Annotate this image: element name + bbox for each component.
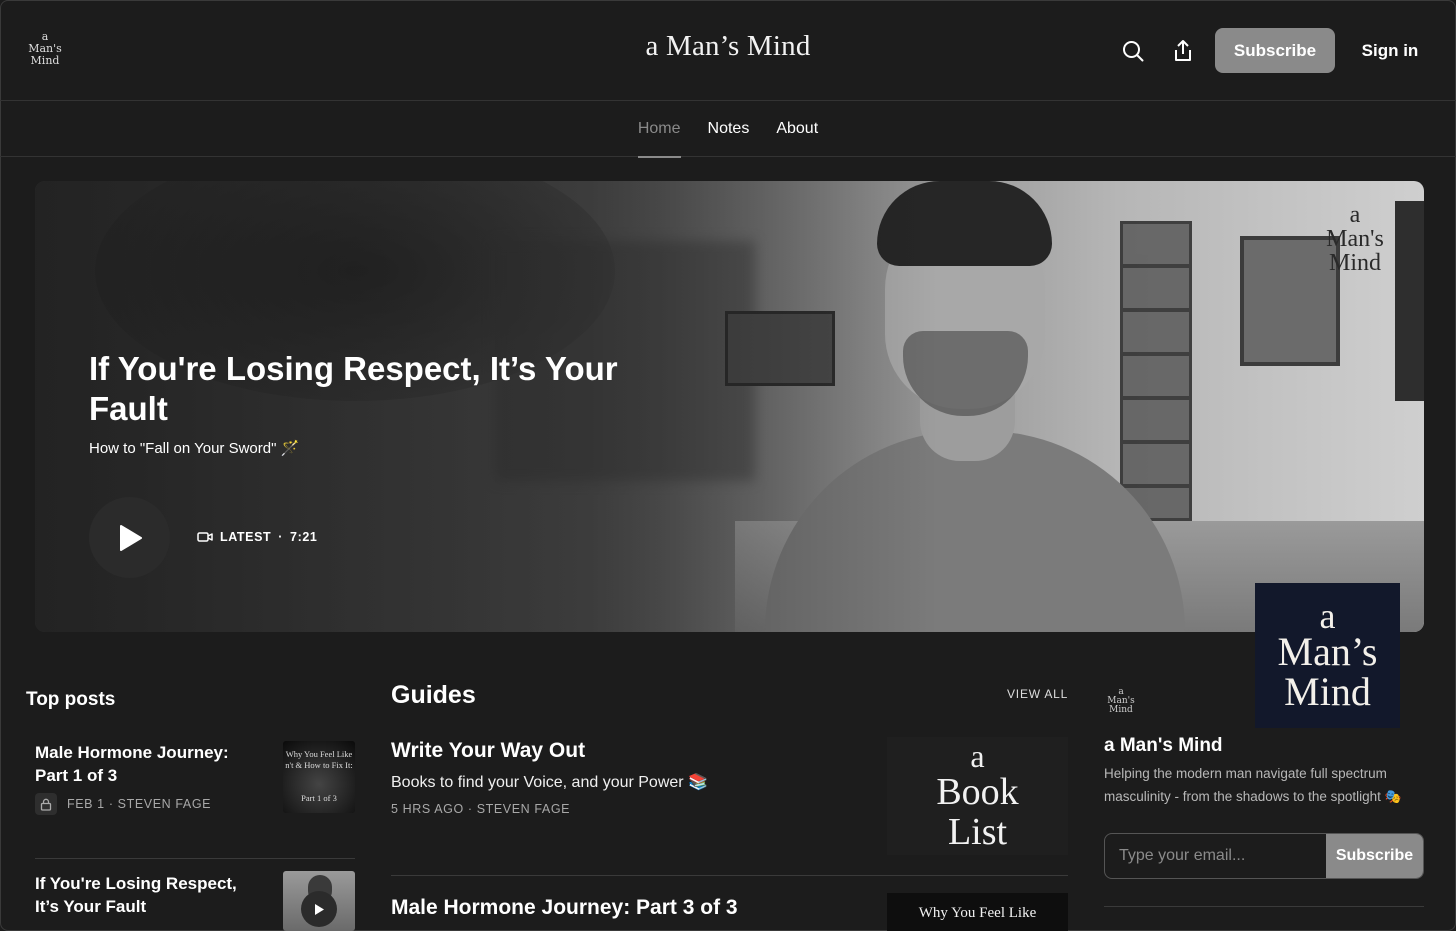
play-icon[interactable] (301, 891, 337, 927)
share-icon[interactable] (1168, 36, 1198, 66)
post-date: FEB 1 (67, 797, 105, 811)
guide-thumbnail[interactable]: Why You Feel Like (887, 893, 1068, 931)
hero-subtitle: How to "Fall on Your Sword" 🪄 (89, 440, 300, 457)
meta-separator: · (278, 530, 284, 544)
nav-home[interactable]: Home (637, 101, 681, 158)
view-all-link[interactable]: VIEW ALL (1007, 687, 1068, 701)
play-button[interactable] (89, 497, 170, 578)
hero-badge: LATEST (220, 530, 272, 544)
publication-logo[interactable]: a Man's Mind (1104, 688, 1138, 720)
play-icon (119, 524, 142, 551)
email-subscribe-form: Subscribe (1104, 833, 1424, 879)
top-header: a Man's Mind a Man’s Mind Subscribe Sign… (0, 0, 1456, 101)
top-post-title[interactable]: If You're Losing Respect, It’s Your Faul… (35, 872, 260, 918)
top-post-thumbnail[interactable]: Why You Feel Like n't & How to Fix It: P… (283, 741, 355, 813)
thumb-text: List (947, 811, 1008, 853)
top-post-title[interactable]: Male Hormone Journey: Part 1 of 3 (35, 741, 260, 787)
hero-duration: 7:21 (290, 530, 318, 544)
thumb-text: Why You Feel Like (918, 905, 1037, 921)
post-author: STEVEN FAGE (117, 797, 212, 811)
thumb-text: Book (936, 771, 1019, 813)
hero-video[interactable]: a Man's Mind If You're Losing Respect, I… (35, 181, 1424, 632)
top-post-item[interactable]: If You're Losing Respect, It’s Your Faul… (35, 871, 355, 931)
guide-title[interactable]: Male Hormone Journey: Part 3 of 3 (391, 896, 738, 920)
divider (1104, 906, 1424, 907)
top-post-item[interactable]: Male Hormone Journey: Part 1 of 3 Why Yo… (35, 741, 355, 821)
email-field[interactable] (1105, 834, 1326, 878)
subscribe-email-button[interactable]: Subscribe (1326, 834, 1423, 878)
top-posts-heading: Top posts (26, 689, 116, 710)
thumb-text: Part 1 of 3 (301, 793, 337, 803)
lock-icon (35, 793, 57, 815)
subscribe-button[interactable]: Subscribe (1215, 28, 1335, 73)
thumb-text: n't & How to Fix It: (285, 760, 353, 770)
main-nav: Home Notes About (0, 101, 1456, 158)
divider (391, 875, 1068, 876)
thumb-text: Why You Feel Like (285, 749, 353, 759)
top-post-meta: FEB 1 · STEVEN FAGE (35, 793, 211, 815)
brand-card-line-3: Mind (1284, 668, 1371, 714)
brand-card-line-1: a (1319, 595, 1336, 636)
brand-card-line-2: Man’s (1277, 628, 1378, 674)
guide-item[interactable]: Male Hormone Journey: Part 3 of 3 Why Yo… (391, 893, 1068, 931)
watermark-line-1: a (1349, 202, 1361, 228)
guide-meta: 5 HRS AGO · STEVEN FAGE (391, 802, 571, 816)
video-camera-icon (197, 532, 213, 542)
brand-card-logo: a Man’s Mind (1255, 583, 1400, 728)
hero-meta: LATEST · 7:21 (197, 530, 317, 544)
publication-title[interactable]: a Man's Mind (1104, 735, 1223, 757)
thumbnail-art: Why You Feel Like n't & How to Fix It: P… (283, 741, 355, 813)
hero-title[interactable]: If You're Losing Respect, It’s Your Faul… (89, 349, 649, 429)
guide-thumbnail[interactable]: a Book List (887, 737, 1068, 855)
nav-about[interactable]: About (776, 101, 818, 157)
watermark-line-3: Mind (1328, 250, 1381, 276)
guide-subtitle: Books to find your Voice, and your Power… (391, 774, 708, 791)
guides-heading: Guides (391, 681, 476, 709)
top-post-thumbnail[interactable] (283, 871, 355, 931)
guide-item[interactable]: Write Your Way Out Books to find your Vo… (391, 737, 1068, 859)
search-icon[interactable] (1118, 36, 1148, 66)
sign-in-link[interactable]: Sign in (1352, 28, 1428, 73)
watermark-line-2: Man's (1326, 226, 1384, 252)
nav-notes[interactable]: Notes (708, 101, 750, 157)
divider (35, 858, 355, 859)
publication-description: Helping the modern man navigate full spe… (1104, 766, 1402, 804)
guide-title[interactable]: Write Your Way Out (391, 739, 585, 763)
logo-line-3: Mind (1109, 705, 1133, 715)
hero-watermark-logo: a Man's Mind (1310, 203, 1400, 275)
thumb-text: a (970, 738, 985, 774)
